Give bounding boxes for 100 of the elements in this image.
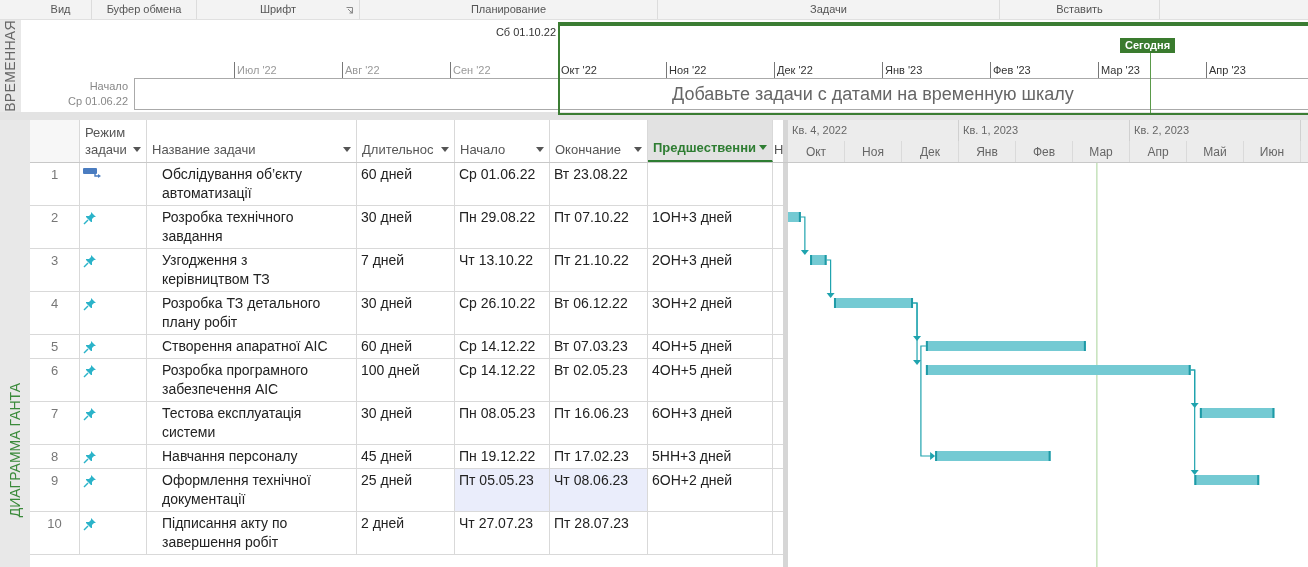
pin-icon bbox=[83, 407, 97, 421]
timeline-window-date: Сб 01.10.22 bbox=[495, 25, 556, 40]
pin-icon bbox=[83, 364, 97, 378]
task-name: Підписання акту по завершення робіт bbox=[162, 515, 288, 550]
task-name: Оформлення технічної документації bbox=[162, 472, 311, 507]
task-name: Розробка технічного завдання bbox=[162, 209, 294, 244]
predecessors-cell: 5НН+3 дней bbox=[652, 448, 732, 464]
row-number[interactable]: 7 bbox=[50, 406, 59, 421]
timeline-placeholder: Добавьте задачи с датами на временную шкалу bbox=[672, 82, 1074, 106]
ribbon-group-label: Вид bbox=[50, 2, 71, 18]
predecessors-cell: 4ОН+5 дней bbox=[652, 362, 733, 378]
row-number[interactable]: 3 bbox=[50, 253, 59, 268]
timeline-month-label: Фев '23 bbox=[993, 64, 1031, 76]
pin-icon bbox=[83, 450, 97, 464]
pin-icon bbox=[83, 340, 97, 354]
task-bar[interactable] bbox=[810, 255, 827, 265]
predecessors-cell: 6ОН+2 дней bbox=[652, 472, 733, 488]
pin-icon bbox=[83, 517, 97, 531]
start-date-cell: Пн 29.08.22 bbox=[455, 206, 550, 248]
task-bar[interactable] bbox=[935, 451, 1051, 461]
start-date-cell: Пн 08.05.23 bbox=[455, 402, 550, 444]
row-number[interactable]: 8 bbox=[50, 449, 59, 464]
column-header[interactable]: Предшественни bbox=[648, 120, 773, 162]
pin-icon bbox=[83, 297, 97, 311]
caret-icon[interactable] bbox=[343, 147, 351, 152]
caret-icon[interactable] bbox=[634, 147, 642, 152]
duration-cell: 100 дней bbox=[361, 362, 420, 378]
month-label: Июн bbox=[1259, 143, 1285, 161]
start-date-cell: Ср 26.10.22 bbox=[455, 292, 550, 334]
row-number[interactable]: 10 bbox=[47, 516, 62, 531]
timeline-month-label: Апр '23 bbox=[1209, 64, 1246, 76]
row-number[interactable]: 5 bbox=[50, 339, 59, 354]
timeline-start-date: Ср 01.06.22 bbox=[68, 94, 128, 109]
ribbon-group-label: Вставить bbox=[1056, 2, 1103, 18]
pin-icon bbox=[83, 474, 97, 488]
timeline-start-label: Начало bbox=[89, 79, 128, 94]
timeline-month-label: Ноя '22 bbox=[669, 64, 707, 76]
task-bar[interactable] bbox=[925, 341, 1086, 351]
ribbon-group-label: Задачи bbox=[810, 2, 847, 18]
finish-date-cell: Пт 28.07.23 bbox=[550, 512, 648, 554]
finish-date-cell: Вт 23.08.22 bbox=[550, 163, 648, 205]
timeline-month-label: Дек '22 bbox=[777, 64, 813, 76]
timeline-month-label: Мар '23 bbox=[1101, 64, 1140, 76]
month-label: Мар bbox=[1089, 143, 1113, 161]
predecessors-cell: 1ОН+3 дней bbox=[652, 209, 733, 225]
start-date-cell: Ср 14.12.22 bbox=[455, 359, 550, 401]
duration-cell: 30 дней bbox=[361, 405, 412, 421]
row-number[interactable]: 2 bbox=[50, 210, 59, 225]
quarter-label: Кв. 4, 2022 bbox=[792, 123, 848, 139]
duration-cell: 45 дней bbox=[361, 448, 412, 464]
timeline-month-label: Сен '22 bbox=[453, 64, 491, 76]
predecessors-cell: 2ОН+3 дней bbox=[652, 252, 733, 268]
caret-icon[interactable] bbox=[133, 147, 141, 152]
task-bar[interactable] bbox=[833, 298, 914, 308]
pane-splitter[interactable] bbox=[783, 120, 788, 162]
pin-icon bbox=[83, 254, 97, 268]
column-header[interactable]: Н bbox=[773, 141, 783, 158]
predecessors-cell: 3ОН+2 дней bbox=[652, 295, 733, 311]
month-label: Дек bbox=[919, 143, 941, 161]
timeline-side-label: ВРЕМЕННАЯ bbox=[1, 20, 19, 112]
row-number[interactable]: 9 bbox=[50, 473, 59, 488]
month-label: Фев bbox=[1032, 143, 1056, 161]
select-all-corner[interactable] bbox=[30, 120, 80, 162]
start-date-cell: Чт 13.10.22 bbox=[455, 249, 550, 291]
timeline-bar[interactable]: Добавьте задачи с датами на временную шкалу bbox=[134, 78, 1308, 110]
month-label: Май bbox=[1203, 143, 1227, 161]
ribbon-group-label: Буфер обмена bbox=[106, 2, 182, 18]
finish-date-cell: Вт 06.12.22 bbox=[550, 292, 648, 334]
month-label: Ноя bbox=[862, 143, 884, 161]
caret-icon[interactable] bbox=[759, 145, 767, 150]
caret-icon[interactable] bbox=[441, 147, 449, 152]
task-name: Розробка програмного забезпечення АІС bbox=[162, 362, 309, 397]
start-date-cell: Пн 19.12.22 bbox=[455, 445, 550, 468]
finish-date-cell: Пт 17.02.23 bbox=[550, 445, 648, 468]
finish-date-cell: Пт 16.06.23 bbox=[550, 402, 648, 444]
dialog-launcher-icon[interactable] bbox=[346, 7, 353, 14]
duration-cell: 30 дней bbox=[361, 209, 412, 225]
task-name: Узгодження з керівництвом ТЗ bbox=[162, 252, 270, 287]
row-number[interactable]: 6 bbox=[50, 363, 59, 378]
view-side-label: ДИАГРАММА ГАНТА bbox=[5, 382, 24, 517]
pane-splitter[interactable] bbox=[783, 163, 788, 567]
timeline-month-label: Июл '22 bbox=[237, 64, 277, 76]
caret-icon[interactable] bbox=[536, 147, 544, 152]
quarter-label: Кв. 1, 2023 bbox=[963, 123, 1019, 139]
duration-cell: 2 дней bbox=[361, 515, 405, 531]
row-number[interactable]: 4 bbox=[50, 296, 59, 311]
predecessors-cell: 4ОН+5 дней bbox=[652, 338, 733, 354]
task-bar[interactable] bbox=[788, 212, 801, 222]
pin-icon bbox=[83, 211, 97, 225]
finish-date-cell: Вт 07.03.23 bbox=[550, 335, 648, 358]
task-name: Обслідування об’єкту автоматизації bbox=[162, 166, 303, 201]
task-name: Навчання персоналу bbox=[162, 448, 298, 464]
finish-date-cell: Пт 21.10.22 bbox=[550, 249, 648, 291]
row-number[interactable]: 1 bbox=[50, 167, 59, 182]
duration-cell: 60 дней bbox=[361, 166, 412, 182]
task-bar[interactable] bbox=[1199, 408, 1275, 418]
duration-cell: 30 дней bbox=[361, 295, 412, 311]
auto-schedule-icon bbox=[83, 168, 101, 178]
duration-cell: 7 дней bbox=[361, 252, 405, 268]
task-bar[interactable] bbox=[1194, 475, 1260, 485]
